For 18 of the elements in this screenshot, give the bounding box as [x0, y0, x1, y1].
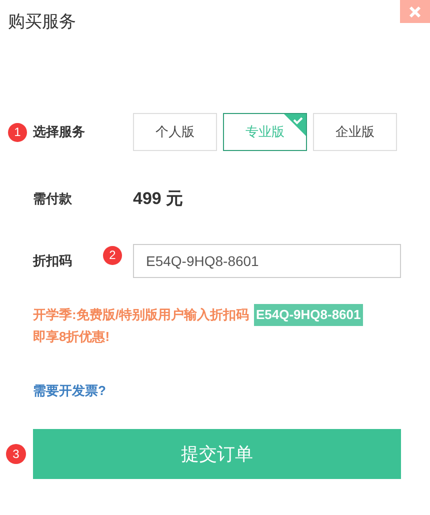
promo-code: E54Q-9HQ8-8601 [254, 304, 363, 326]
window-title: 购买服务 [8, 11, 76, 33]
field-label: 需付款 [33, 190, 73, 208]
field-label: 选择服务 [33, 123, 86, 142]
promo-text: 即享8折优惠! [33, 328, 110, 344]
step-badge: 2 [103, 246, 122, 264]
price-amount: 499 元 [133, 188, 184, 210]
discount-code-field[interactable]: E54Q-9HQ8-8601 [133, 244, 401, 278]
invoice-link[interactable]: 需要开发票? [33, 380, 106, 400]
close-icon [409, 6, 421, 18]
field-label: 折扣码 [33, 252, 73, 270]
close-button[interactable] [400, 0, 430, 23]
check-corner-icon [284, 114, 306, 136]
edition-option[interactable]: 个人版 [133, 113, 217, 151]
step-badge: 3 [6, 444, 26, 464]
promo-text: 开学季:免费版/特别版用户输入折扣码 [33, 306, 249, 324]
edition-option[interactable]: 企业版 [313, 113, 397, 151]
step-badge: 1 [8, 122, 27, 142]
